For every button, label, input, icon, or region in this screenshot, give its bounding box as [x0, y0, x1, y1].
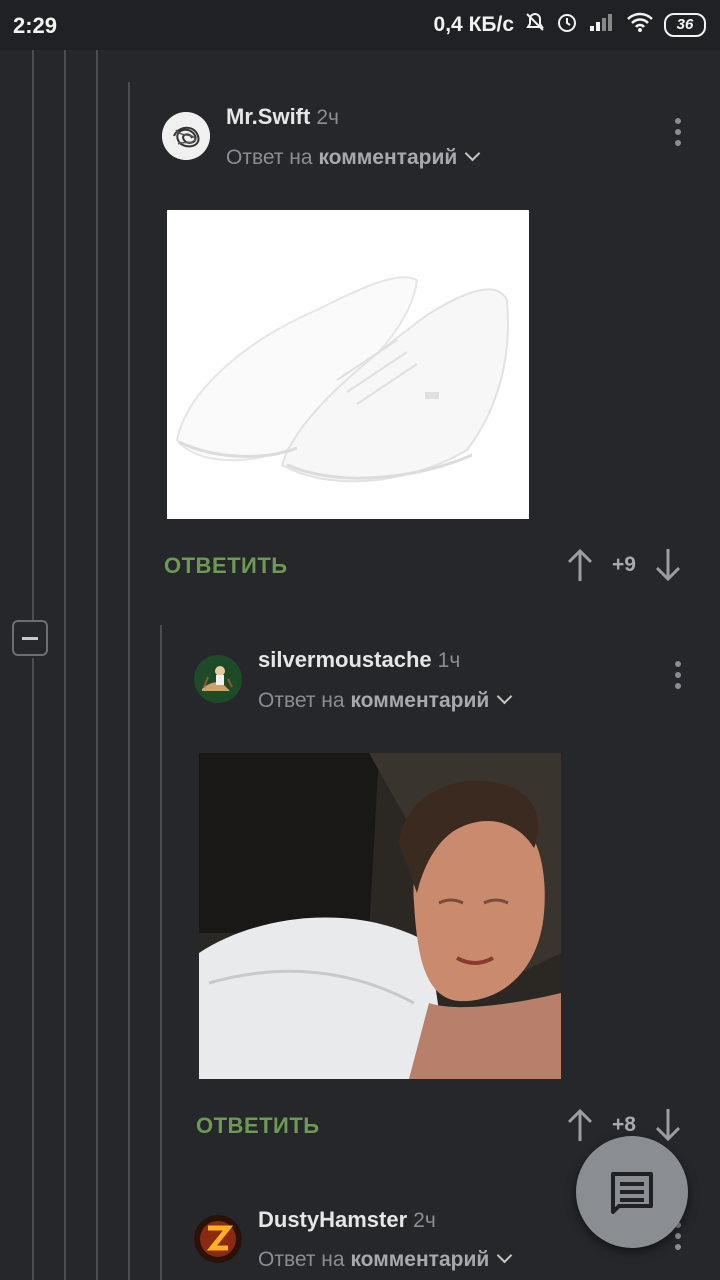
avatar[interactable]	[194, 1215, 242, 1263]
comment-image[interactable]	[167, 210, 529, 519]
wifi-icon	[626, 11, 654, 39]
reply-target: комментарий	[350, 1248, 490, 1271]
thread-line	[128, 82, 130, 1280]
avatar[interactable]	[162, 112, 210, 160]
author-link[interactable]: Mr.Swift	[226, 104, 310, 129]
thread-line	[64, 50, 66, 1280]
author-name[interactable]: Mr.Swift 2ч	[226, 104, 339, 130]
avatar[interactable]	[194, 655, 242, 703]
reply-button[interactable]: ОТВЕТИТЬ	[164, 553, 288, 579]
status-time: 2:29	[13, 13, 58, 38]
reply-to-link[interactable]: Ответ на комментарий	[258, 688, 513, 713]
reply-to-link[interactable]: Ответ на комментарий	[226, 145, 481, 170]
thread-line	[32, 658, 34, 1280]
author-name[interactable]: silvermoustache 1ч	[258, 647, 460, 673]
reply-target: комментарий	[350, 689, 490, 712]
battery-icon: 36	[664, 13, 706, 37]
comment-image[interactable]	[199, 753, 561, 1079]
thread-line	[96, 50, 98, 1280]
chevron-down-icon	[464, 145, 481, 162]
status-bar: 2:29 0,4 КБ/с 36	[0, 0, 720, 50]
comment-time: 1ч	[437, 649, 461, 672]
author-name[interactable]: DustyHamster 2ч	[258, 1207, 436, 1233]
comment-time: 2ч	[413, 1209, 436, 1232]
reply-prefix: Ответ на	[226, 146, 313, 169]
collapse-icon[interactable]	[12, 620, 48, 656]
status-icons: 0,4 КБ/с 36	[434, 11, 706, 39]
comment-icon	[611, 1172, 653, 1214]
thread-line	[160, 625, 162, 1280]
upvote-icon[interactable]	[564, 547, 596, 583]
chevron-down-icon	[496, 1247, 513, 1264]
mute-icon	[524, 11, 546, 39]
vote-score: +8	[612, 1113, 636, 1136]
alarm-icon	[556, 11, 578, 39]
reply-prefix: Ответ на	[258, 1248, 345, 1271]
thread-line	[32, 50, 34, 620]
reply-prefix: Ответ на	[258, 689, 345, 712]
kebab-icon[interactable]	[674, 661, 682, 695]
author-link[interactable]: DustyHamster	[258, 1207, 407, 1232]
signal-icon	[588, 11, 616, 39]
reply-to-link[interactable]: Ответ на комментарий	[258, 1247, 513, 1272]
author-link[interactable]: silvermoustache	[258, 647, 432, 672]
vote-block: +9	[564, 547, 684, 583]
reply-target: комментарий	[318, 146, 458, 169]
network-speed: 0,4 КБ/с	[433, 13, 514, 36]
comment-fab-button[interactable]	[576, 1136, 688, 1248]
chevron-down-icon	[496, 688, 513, 705]
comment-time: 2ч	[316, 106, 339, 129]
downvote-icon[interactable]	[652, 547, 684, 583]
vote-score: +9	[612, 553, 636, 576]
reply-button[interactable]: ОТВЕТИТЬ	[196, 1113, 320, 1139]
kebab-icon[interactable]	[674, 118, 682, 152]
